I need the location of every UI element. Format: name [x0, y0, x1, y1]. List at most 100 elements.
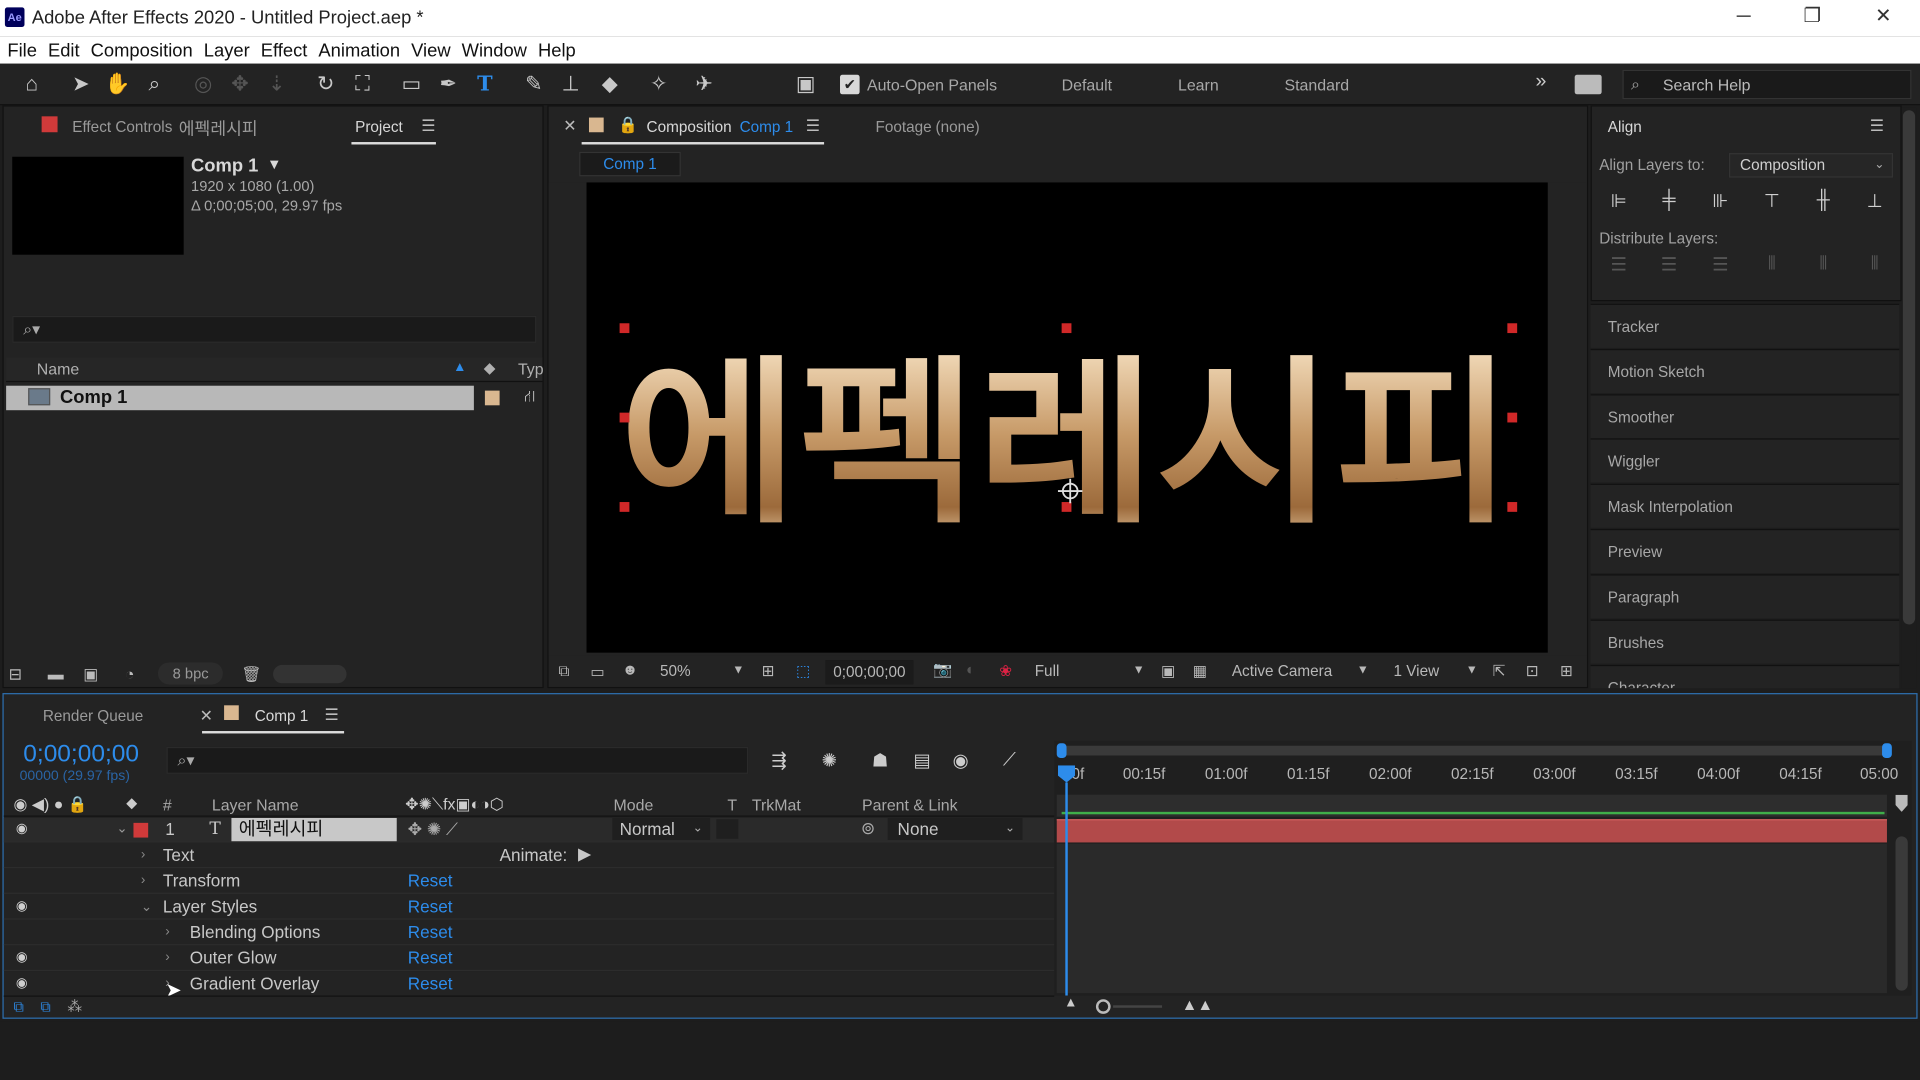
panel-menu-icon[interactable]: ☰ — [1870, 116, 1884, 136]
eye-icon[interactable]: ◉ — [16, 949, 28, 965]
graph-editor-icon[interactable]: ⟋ — [1003, 749, 1016, 770]
reset-link[interactable]: Reset — [408, 871, 453, 891]
timeline-tracks[interactable]: 0f 00:15f 01:00f 01:15f 02:00f 02:15f 03… — [1054, 740, 1912, 996]
prop-row-text[interactable]: › Text Animate: ▶ — [3, 844, 1055, 869]
lock-icon[interactable]: 🔒 — [618, 115, 638, 135]
prop-row-blending-options[interactable]: › Blending Options Reset — [3, 921, 1055, 946]
layer-mode-dropdown[interactable]: Normal ⌄ — [612, 817, 711, 841]
collapse-chevron-icon[interactable]: ⌄ — [116, 820, 127, 837]
project-item-comp[interactable]: Comp 1 ⛙ — [6, 385, 542, 411]
pick-whip-icon[interactable]: ⊚ — [861, 818, 875, 839]
tab-composition-name[interactable]: Comp 1 — [740, 119, 794, 136]
eye-icon[interactable]: ◉ — [16, 820, 28, 837]
align-hcenter-icon[interactable]: ╪ — [1657, 190, 1681, 214]
bpc-button[interactable]: 8 bpc — [157, 662, 224, 685]
thumbnail-slider[interactable] — [273, 664, 347, 684]
scroll-thumb[interactable] — [1895, 836, 1908, 991]
flowchart-icon[interactable]: ⊞ — [1560, 661, 1573, 679]
workspace-learn[interactable]: Learn — [1178, 76, 1219, 94]
panel-smoother[interactable]: Smoother — [1590, 394, 1900, 439]
bbox-handle[interactable] — [619, 323, 630, 334]
show-snapshot-icon[interactable]: ◐ — [966, 661, 975, 678]
animate-menu-icon[interactable]: ▶ — [578, 844, 591, 865]
eraser-tool-icon[interactable]: ◆ — [596, 71, 623, 98]
clone-stamp-icon[interactable]: ⊥ — [557, 71, 584, 98]
col-type[interactable]: Typ — [518, 360, 544, 378]
eye-icon[interactable]: ◉ — [16, 898, 28, 914]
layer-row[interactable]: ◉ ⌄ 1 T 에펙레시피 ✥ ✺ ⟋ Normal ⌄ ⊚ None ⌄ — [3, 817, 1055, 843]
motion-blur-icon[interactable]: ◉ — [953, 749, 969, 772]
scroll-thumb[interactable] — [1902, 110, 1916, 625]
comp-canvas[interactable]: 에펙레시피 — [586, 182, 1548, 653]
panel-menu-icon[interactable]: ☰ — [421, 116, 435, 136]
comp-breadcrumb[interactable]: Comp 1 — [579, 151, 681, 177]
reset-link[interactable]: Reset — [408, 948, 453, 968]
resolution-dropdown[interactable]: Full — [1035, 662, 1060, 679]
tab-effect-controls[interactable]: Effect Controls — [72, 119, 172, 136]
panel-preview[interactable]: Preview — [1590, 528, 1900, 574]
orbit-camera-icon[interactable]: ◎ — [190, 71, 217, 98]
shy-layers-icon[interactable]: ☗ — [872, 749, 888, 772]
timeline-search-input[interactable]: ⌕▾ — [166, 746, 749, 774]
reset-link[interactable]: Reset — [408, 922, 453, 942]
layer-duration-bar[interactable] — [1056, 819, 1887, 843]
toggle-pixel-aspect-icon[interactable]: ⇱ — [1493, 661, 1506, 679]
panel-mask-interpolation[interactable]: Mask Interpolation — [1590, 483, 1900, 528]
time-ruler[interactable]: 0f 00:15f 01:00f 01:15f 02:00f 02:15f 03… — [1054, 760, 1899, 792]
expand-chevron-icon[interactable]: › — [141, 873, 145, 888]
menu-window[interactable]: Window — [462, 40, 527, 61]
close-button[interactable]: ✕ — [1849, 0, 1918, 37]
more-workspaces-icon[interactable]: » — [1536, 71, 1547, 93]
col-name[interactable]: Name — [37, 360, 79, 378]
delete-icon[interactable]: 🗑 — [241, 665, 261, 685]
bbox-handle[interactable] — [1507, 323, 1518, 334]
hand-tool-icon[interactable]: ✋ — [104, 71, 131, 98]
maximize-button[interactable]: ❐ — [1778, 0, 1847, 37]
bbox-handle[interactable] — [1061, 502, 1072, 512]
panel-paragraph[interactable]: Paragraph — [1590, 574, 1900, 619]
layer-switches-toggle-icon[interactable]: ⧉ — [13, 998, 24, 1016]
layer-name[interactable]: 에펙레시피 — [231, 817, 397, 842]
auto-open-checkbox[interactable]: ✔ — [840, 74, 860, 95]
region-of-interest-icon[interactable]: ⬚ — [796, 661, 810, 679]
zoom-tool-icon[interactable]: ⌕ — [141, 71, 168, 98]
zoom-dropdown[interactable]: 50% — [660, 662, 691, 679]
menu-help[interactable]: Help — [538, 40, 576, 61]
fast-preview-icon[interactable]: ▣ — [1161, 661, 1175, 679]
channels-icon[interactable]: ❀ — [999, 661, 1012, 679]
expand-chevron-icon[interactable]: › — [165, 950, 169, 965]
expand-chevron-icon[interactable]: › — [165, 924, 169, 939]
close-tab-icon[interactable]: ✕ — [200, 707, 213, 727]
frame-blending-icon[interactable]: ▤ — [913, 749, 930, 772]
layer-label-swatch[interactable] — [133, 822, 149, 838]
grid-icon[interactable]: ⊞ — [762, 661, 775, 679]
prop-row-gradient-overlay[interactable]: ◉ › Gradient Overlay Reset — [3, 972, 1055, 997]
switches-icon[interactable]: ✥✺⟍fx▣◐◑⬡ — [405, 795, 503, 815]
layer-switches-icon[interactable]: ✥ ✺ ⟋ — [408, 819, 458, 840]
canvas-text-layer[interactable]: 에펙레시피 — [620, 341, 1514, 549]
workspace-default[interactable]: Default — [1062, 76, 1112, 94]
menu-composition[interactable]: Composition — [91, 40, 193, 61]
close-tab-icon[interactable]: ✕ — [563, 116, 576, 136]
panel-character[interactable]: Character — [1590, 664, 1900, 689]
project-settings-icon[interactable]: ◔ — [125, 665, 135, 683]
interpret-footage-icon[interactable]: ⊟ — [9, 665, 22, 685]
prop-row-transform[interactable]: › Transform Reset — [3, 869, 1055, 894]
workspace-toggle-icon[interactable] — [1574, 74, 1602, 95]
views-dropdown[interactable]: 1 View — [1393, 662, 1439, 679]
comp-dropdown-icon[interactable]: ▼ — [267, 156, 282, 173]
rotate-tool-icon[interactable]: ↻ — [312, 71, 339, 98]
snapshot-icon[interactable]: 📷 — [933, 661, 952, 679]
timeline-scrollbar[interactable] — [1894, 794, 1909, 991]
panel-motion-sketch[interactable]: Motion Sketch — [1590, 348, 1900, 394]
bbox-handle[interactable] — [1507, 502, 1518, 512]
new-folder-icon[interactable]: ▬ — [48, 665, 64, 683]
panel-menu-icon[interactable]: ☰ — [324, 705, 338, 725]
zoom-out-icon[interactable]: ▲ — [1064, 996, 1077, 1011]
menu-animation[interactable]: Animation — [318, 40, 400, 61]
in-out-toggle-icon[interactable]: ⁂ — [67, 998, 82, 1015]
home-icon[interactable]: ⌂ — [18, 71, 45, 98]
expand-chevron-icon[interactable]: › — [141, 847, 145, 862]
tab-render-queue[interactable]: Render Queue — [43, 708, 143, 725]
work-area-start-handle[interactable] — [1056, 743, 1067, 758]
